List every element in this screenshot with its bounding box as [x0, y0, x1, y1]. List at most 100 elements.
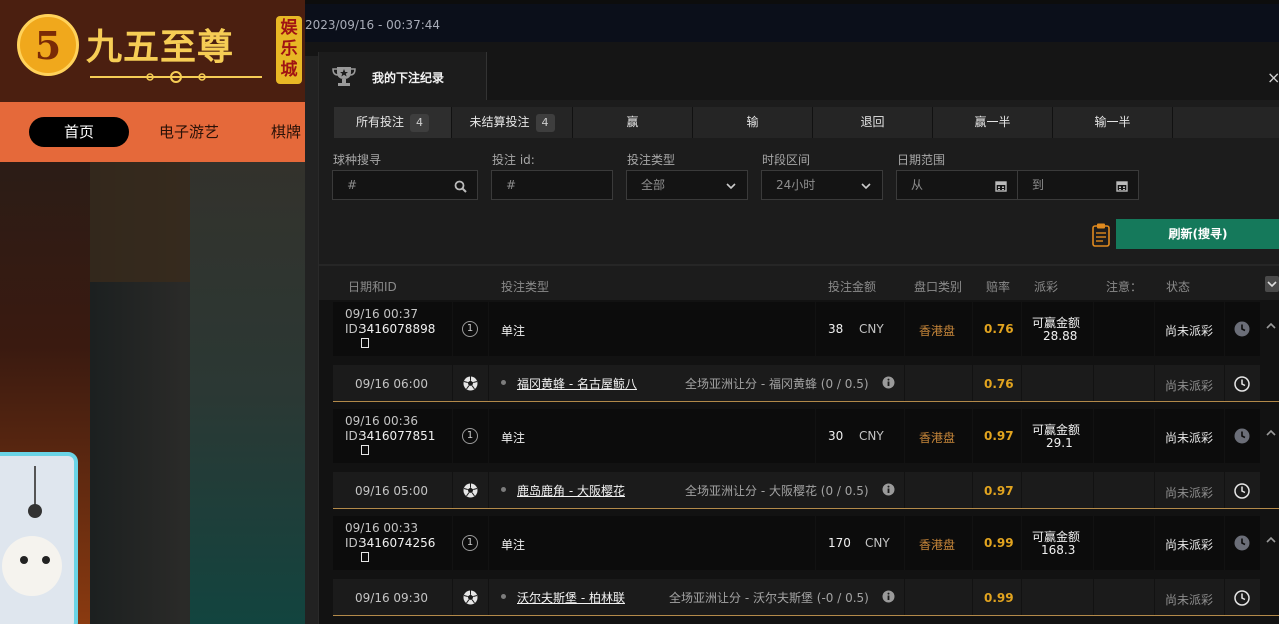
- leg-odds-cell: 0.99: [973, 579, 1021, 615]
- match-cell: 鹿岛鹿角 - 大阪樱花 全场亚洲让分 - 大阪樱花 (0 / 0.5): [489, 472, 904, 508]
- bet-leg-row[interactable]: 09/16 05:00 鹿岛鹿角 - 大阪樱花 全场亚洲让分 - 大阪樱花 (0…: [333, 472, 1279, 509]
- bet-row[interactable]: 09/16 00:37 ID: 3416078898 1 单注 38 CNY 香…: [333, 302, 1279, 356]
- tab-label: 赢一半: [974, 115, 1011, 129]
- match-time-cell: 09/16 09:30: [333, 579, 452, 615]
- leg-odds-cell: 0.97: [973, 472, 1021, 508]
- leg-count-icon: 1: [462, 321, 478, 337]
- bullet-icon: [501, 380, 506, 385]
- bet-amount: 170: [828, 536, 851, 550]
- bullet-icon: [501, 487, 506, 492]
- tab-label: 未结算投注: [469, 115, 530, 129]
- date-from-input[interactable]: 从: [896, 170, 1018, 200]
- bet-currency: CNY: [859, 322, 884, 336]
- bet-row[interactable]: 09/16 00:36 ID: 3416077851 1 单注 30 CNY 香…: [333, 409, 1279, 463]
- tab-label: 输: [746, 115, 759, 129]
- clock-icon[interactable]: [1234, 428, 1250, 444]
- tab-win[interactable]: 赢: [573, 107, 693, 138]
- period-select[interactable]: 24小时: [761, 170, 883, 200]
- panel-header: 我的下注纪录 ×: [319, 52, 1279, 100]
- handicap-selection: 全场亚洲让分 - 沃尔夫斯堡 (-0 / 0.5): [669, 591, 869, 605]
- chevron-up-icon[interactable]: [1265, 320, 1277, 335]
- leg-count-icon: 1: [462, 535, 478, 551]
- current-datetime: 2023/09/16 - 00:37:44: [305, 18, 441, 32]
- cat-eye-icon: [20, 556, 28, 564]
- tab-unsettled-bets[interactable]: 未结算投注 4: [452, 107, 573, 138]
- tab-refund[interactable]: 退回: [813, 107, 933, 138]
- bet-time: 09/16 00:33: [345, 521, 418, 535]
- match-time: 09/16 05:00: [355, 484, 428, 498]
- copy-icon[interactable]: [361, 338, 369, 348]
- match-link[interactable]: 鹿岛鹿角 - 大阪樱花: [517, 482, 625, 499]
- tab-count-badge: 4: [535, 114, 555, 132]
- bet-type-select[interactable]: 全部: [626, 170, 748, 200]
- clock-icon[interactable]: [1234, 483, 1250, 499]
- tab-all-bets[interactable]: 所有投注 4: [334, 107, 452, 138]
- date-to-input[interactable]: 到: [1017, 170, 1139, 200]
- clock-cell: [1225, 409, 1260, 463]
- nav-home[interactable]: 首页: [29, 117, 129, 147]
- game-thumbnail[interactable]: [0, 452, 78, 624]
- sport-search-input[interactable]: #: [332, 170, 478, 200]
- clock-icon[interactable]: [1234, 376, 1250, 392]
- copy-icon[interactable]: [361, 552, 369, 562]
- leg-note-cell: [1094, 472, 1154, 508]
- bet-id[interactable]: 3416077851: [359, 429, 435, 443]
- clipboard-icon[interactable]: [1091, 222, 1111, 248]
- info-icon[interactable]: [882, 483, 895, 496]
- panel-tab[interactable]: 我的下注纪录: [319, 52, 487, 100]
- payout-cell: 可赢金额 168.3: [1022, 516, 1093, 570]
- nav-cards[interactable]: 棋牌: [271, 117, 301, 147]
- match-time-cell: 09/16 06:00: [333, 365, 452, 401]
- bet-odds: 0.99: [984, 536, 1014, 550]
- tab-lose[interactable]: 输: [693, 107, 813, 138]
- refresh-search-button[interactable]: 刷新(搜寻): [1116, 219, 1279, 249]
- clock-icon[interactable]: [1234, 535, 1250, 551]
- info-icon[interactable]: [882, 376, 895, 389]
- chevron-up-icon[interactable]: [1265, 427, 1277, 442]
- leg-count-cell: 1: [453, 409, 488, 463]
- bet-type-value: 全部: [641, 178, 666, 192]
- info-icon[interactable]: [882, 590, 895, 603]
- collapse-all-chevron-icon[interactable]: [1265, 276, 1279, 292]
- leg-odds: 0.76: [984, 377, 1014, 391]
- clock-icon[interactable]: [1234, 321, 1250, 337]
- payout-amount: 168.3: [1041, 543, 1076, 557]
- bet-row[interactable]: 09/16 00:33 ID: 3416074256 1 单注 170 CNY …: [333, 516, 1279, 570]
- tab-half-win[interactable]: 赢一半: [933, 107, 1053, 138]
- lamp-icon: [34, 466, 44, 506]
- col-date-id: 日期和ID: [348, 280, 397, 294]
- bet-leg-row[interactable]: 09/16 06:00 福冈黄蜂 - 名古屋鲸八 全场亚洲让分 - 福冈黄蜂 (…: [333, 365, 1279, 402]
- odds-cell: 0.97: [973, 409, 1021, 463]
- match-link[interactable]: 福冈黄蜂 - 名古屋鲸八: [517, 375, 637, 392]
- bet-id[interactable]: 3416074256: [359, 536, 435, 550]
- handicap-selection: 全场亚洲让分 - 大阪樱花 (0 / 0.5): [685, 484, 869, 498]
- match-link[interactable]: 沃尔夫斯堡 - 柏林联: [517, 589, 625, 606]
- bet-amount: 38: [828, 322, 844, 336]
- leg-market-cell: [905, 579, 972, 615]
- note-cell: [1094, 302, 1154, 356]
- bet-id[interactable]: 3416078898: [359, 322, 435, 336]
- tab-empty: [1173, 107, 1279, 138]
- chevron-up-icon[interactable]: [1265, 534, 1277, 549]
- chevron-down-icon: [861, 183, 871, 190]
- copy-icon[interactable]: [361, 445, 369, 455]
- leg-count-cell: 1: [453, 302, 488, 356]
- bet-id-placeholder: #: [506, 178, 517, 192]
- status-tabs: 所有投注 4 未结算投注 4 赢 输 退回 赢一半 输一半: [334, 107, 1279, 138]
- site-nav: 首页 电子游艺 棋牌: [0, 102, 305, 162]
- logo-icon: 5: [17, 14, 79, 76]
- bet-time: 09/16 00:37: [345, 307, 418, 321]
- leg-odds: 0.97: [984, 484, 1014, 498]
- odds-cell: 0.76: [973, 302, 1021, 356]
- tab-half-lose[interactable]: 输一半: [1053, 107, 1173, 138]
- sport-icon-cell: [453, 579, 488, 615]
- bet-id-input[interactable]: #: [491, 170, 613, 200]
- market-cell: 香港盘: [905, 409, 972, 463]
- nav-slots[interactable]: 电子游艺: [159, 117, 219, 147]
- close-icon[interactable]: ×: [1267, 68, 1279, 87]
- bullet-icon: [501, 594, 506, 599]
- leg-status-cell: 尚未派彩: [1155, 472, 1224, 508]
- bet-type: 单注: [501, 538, 526, 552]
- bet-leg-row[interactable]: 09/16 09:30 沃尔夫斯堡 - 柏林联 全场亚洲让分 - 沃尔夫斯堡 (…: [333, 579, 1279, 616]
- clock-icon[interactable]: [1234, 590, 1250, 606]
